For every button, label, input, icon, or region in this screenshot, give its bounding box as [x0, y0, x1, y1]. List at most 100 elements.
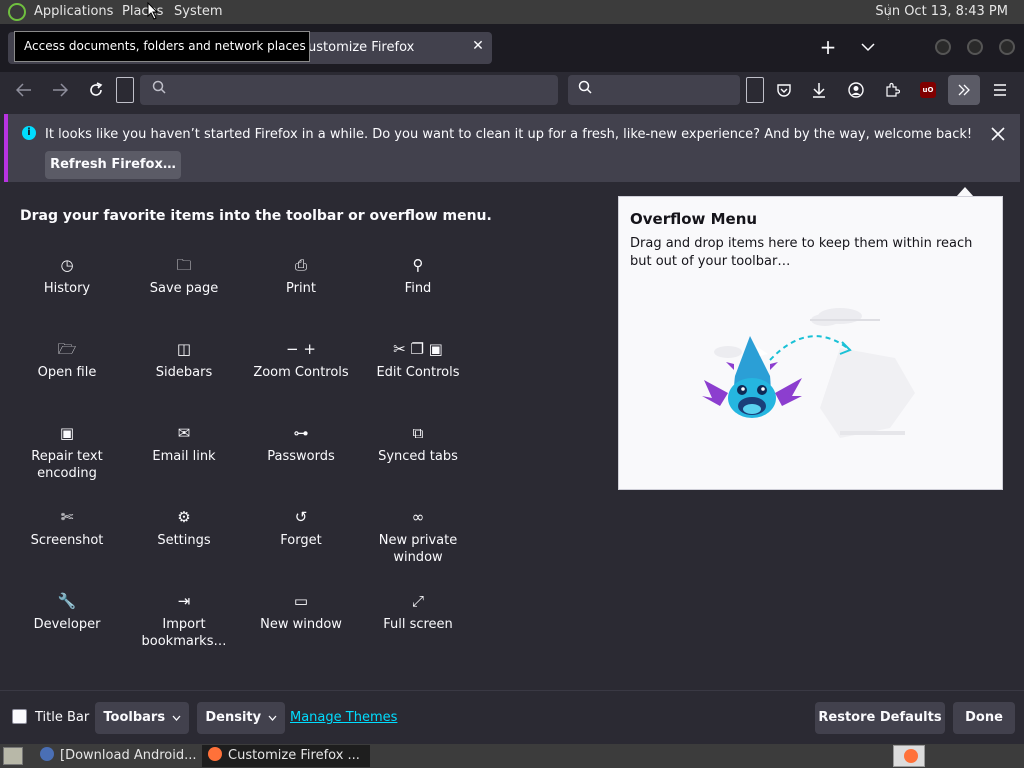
maximize-window-button[interactable]: [967, 39, 983, 55]
workspace-switcher[interactable]: [893, 745, 925, 767]
refresh-firefox-button[interactable]: Refresh Firefox…: [45, 151, 181, 179]
screenshot-icon: ✄: [60, 508, 74, 526]
notification-close-icon[interactable]: [988, 124, 1008, 144]
palette-item[interactable]: ▣ Repair text encoding: [12, 422, 122, 482]
palette-item-label: Developer: [33, 617, 101, 632]
search-bar[interactable]: [568, 75, 740, 105]
repair-encoding-icon: ▣: [59, 424, 75, 442]
palette-item-label: Edit Controls: [376, 365, 460, 380]
title-bar-checkbox[interactable]: [12, 709, 27, 724]
palette-item-label: Open file: [37, 365, 97, 380]
density-label: Density: [205, 710, 262, 725]
distro-logo-icon[interactable]: [8, 3, 26, 21]
palette-item-label: Save page: [149, 281, 219, 296]
edit-icon: ✂ ❐ ▣: [393, 340, 443, 358]
url-bar[interactable]: [140, 75, 558, 105]
save-page-icon: 🗀: [176, 256, 192, 274]
new-tab-plus-icon[interactable]: +: [816, 36, 840, 60]
palette-item-label: Email link: [152, 449, 216, 464]
restore-defaults-button[interactable]: Restore Defaults: [815, 702, 945, 734]
downloads-icon[interactable]: [805, 76, 833, 104]
gear-icon: ⚙: [177, 508, 191, 526]
system-menu[interactable]: System: [174, 4, 222, 19]
palette-item[interactable]: ✂ ❐ ▣ Edit Controls: [363, 338, 473, 381]
palette-item-label: Forget: [280, 533, 322, 548]
search-icon: [578, 80, 592, 98]
palette-item[interactable]: ⇥ Import bookmarks…: [129, 590, 239, 650]
palette-item-label: Import bookmarks…: [141, 617, 227, 649]
title-bar-label: Title Bar: [35, 710, 90, 725]
palette-item[interactable]: ⤢ Full screen: [363, 590, 473, 633]
density-dropdown-button[interactable]: Density: [197, 702, 285, 734]
manage-themes-link[interactable]: Manage Themes: [290, 710, 397, 725]
private-window-icon: ∞: [411, 508, 425, 526]
forward-arrow-icon[interactable]: [46, 76, 74, 104]
key-icon: ⊶: [293, 424, 309, 442]
ublock-origin-icon[interactable]: uO: [920, 82, 936, 98]
palette-item[interactable]: ⎙ Print: [246, 254, 356, 297]
close-window-button[interactable]: [999, 39, 1015, 55]
palette-item[interactable]: ◫ Sidebars: [129, 338, 239, 381]
task-download-android[interactable]: [Download Android...: [36, 745, 200, 767]
toolbars-dropdown-button[interactable]: Toolbars: [95, 702, 189, 734]
palette-item-label: Settings: [157, 533, 211, 548]
palette-item[interactable]: ⚲ Find: [363, 254, 473, 297]
minimize-window-button[interactable]: [935, 39, 951, 55]
hamburger-menu-icon[interactable]: [986, 76, 1014, 104]
overflow-menu-description: Drag and drop items here to keep them wi…: [630, 236, 973, 269]
extensions-puzzle-icon[interactable]: [878, 76, 906, 104]
firefox-task-icon-active: [208, 747, 222, 761]
palette-item-label: Synced tabs: [378, 449, 458, 464]
palette-item[interactable]: 🔧 Developer: [12, 590, 122, 633]
palette-item[interactable]: ∞ New private window: [363, 506, 473, 566]
tab-close-icon[interactable]: ✕: [470, 38, 486, 56]
clock-icon: ◷: [60, 256, 74, 274]
synced-tabs-icon: ⧉: [412, 424, 424, 442]
tab-list-chevron-down-icon[interactable]: [856, 36, 880, 60]
palette-heading: Drag your favorite items into the toolba…: [20, 208, 492, 224]
palette-item-label: Screenshot: [30, 533, 104, 548]
wrench-icon: 🔧: [57, 592, 77, 610]
palette-item-label: New private window: [378, 533, 458, 565]
palette-item[interactable]: ✉ Email link: [129, 422, 239, 465]
palette-item[interactable]: ↺ Forget: [246, 506, 356, 549]
palette-item-label: Passwords: [267, 449, 335, 464]
palette-item[interactable]: ▭ New window: [246, 590, 356, 633]
overflow-menu-title: Overflow Menu: [630, 210, 758, 228]
clock[interactable]: Sun Oct 13, 8:43 PM: [875, 4, 1008, 19]
url-search-icon: [152, 80, 166, 98]
palette-item[interactable]: − + Zoom Controls: [246, 338, 356, 381]
task-customize-firefox[interactable]: Customize Firefox ...: [202, 745, 370, 767]
palette-item[interactable]: ◷ History: [12, 254, 122, 297]
palette-item[interactable]: 🗁 Open file: [12, 338, 122, 381]
palette-item-label: History: [43, 281, 91, 296]
import-icon: ⇥: [177, 592, 191, 610]
palette-item-label: Print: [286, 281, 316, 296]
back-arrow-icon[interactable]: [10, 76, 38, 104]
pocket-icon[interactable]: [770, 76, 798, 104]
palette-item[interactable]: ⚙ Settings: [129, 506, 239, 549]
applications-menu[interactable]: Applications: [34, 4, 113, 19]
palette-item-label: Zoom Controls: [253, 365, 349, 380]
tab-title: ustomize Firefox: [308, 40, 415, 55]
email-icon: ✉: [177, 424, 191, 442]
task-label: [Download Android...: [60, 748, 197, 763]
task-label-active: Customize Firefox ...: [228, 748, 360, 763]
reload-icon[interactable]: [82, 76, 110, 104]
palette-item[interactable]: ⊶ Passwords: [246, 422, 356, 465]
account-icon[interactable]: [842, 76, 870, 104]
palette-item-label: Find: [404, 281, 432, 296]
palette-item[interactable]: ⧉ Synced tabs: [363, 422, 473, 465]
palette-item-label: Full screen: [383, 617, 453, 632]
overflow-menu-chevrons-icon[interactable]: [948, 75, 980, 105]
palette-item[interactable]: 🗀 Save page: [129, 254, 239, 297]
done-button[interactable]: Done: [953, 702, 1015, 734]
flexible-space-placeholder-2[interactable]: [746, 77, 764, 103]
firefox-task-icon: [40, 747, 54, 761]
toolbars-label: Toolbars: [103, 710, 166, 725]
palette-item[interactable]: ✄ Screenshot: [12, 506, 122, 549]
mouse-cursor-icon: [147, 2, 159, 20]
flexible-space-placeholder[interactable]: [116, 77, 134, 103]
show-desktop-icon[interactable]: [3, 747, 23, 765]
workspace-firefox-icon: [904, 749, 918, 763]
